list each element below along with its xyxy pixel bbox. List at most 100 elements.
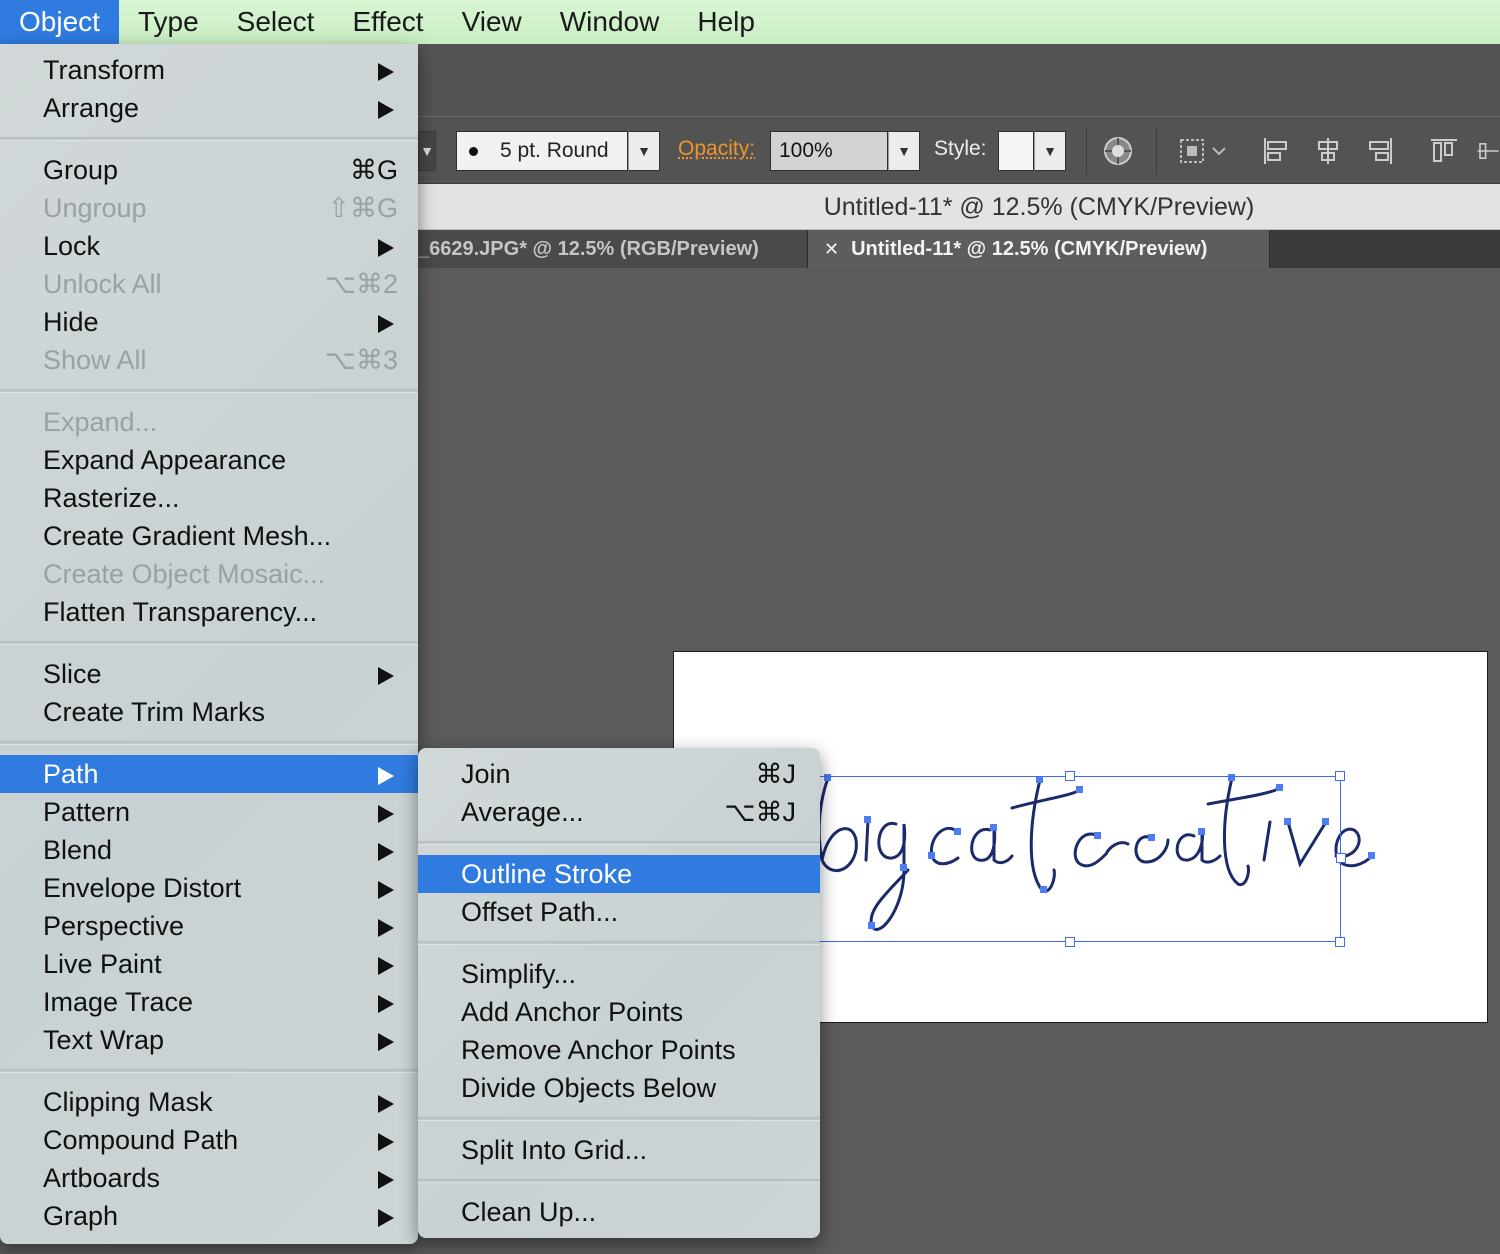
menu-item-remove-anchor-points[interactable]: Remove Anchor Points bbox=[418, 1031, 820, 1069]
menu-item-live-paint[interactable]: Live Paint bbox=[0, 945, 418, 983]
menu-item-expand-appearance[interactable]: Expand Appearance bbox=[0, 441, 418, 479]
document-title-bar: Untitled-11* @ 12.5% (CMYK/Preview) bbox=[418, 184, 1500, 230]
menu-item-simplify[interactable]: Simplify... bbox=[418, 955, 820, 993]
menu-select[interactable]: Select bbox=[218, 0, 334, 44]
submenu-arrow-icon bbox=[378, 315, 394, 333]
menu-item-divide-objects-below[interactable]: Divide Objects Below bbox=[418, 1069, 820, 1107]
submenu-arrow-icon bbox=[378, 667, 394, 685]
menu-item-blend[interactable]: Blend bbox=[0, 831, 418, 869]
submenu-arrow-icon bbox=[378, 63, 394, 81]
menu-item-unlock-all: Unlock All ⌥⌘2 bbox=[43, 269, 398, 299]
align-right-icon[interactable] bbox=[1362, 131, 1398, 171]
align-center-icon[interactable] bbox=[1310, 131, 1346, 171]
submenu-arrow-icon bbox=[378, 767, 394, 785]
opacity-label[interactable]: Opacity: bbox=[678, 137, 755, 161]
menu-item-pattern[interactable]: Pattern bbox=[0, 793, 418, 831]
menu-help[interactable]: Help bbox=[678, 0, 774, 44]
chevron-down-icon[interactable]: ▼ bbox=[1034, 131, 1066, 171]
tab-label: Untitled-11* @ 12.5% (CMYK/Preview) bbox=[851, 238, 1208, 260]
menu-item-clipping-mask[interactable]: Clipping Mask bbox=[0, 1083, 418, 1121]
brush-dot-icon bbox=[469, 146, 478, 156]
align-vertical-center-icon[interactable] bbox=[1476, 131, 1500, 171]
menu-item-graph[interactable]: Graph bbox=[0, 1197, 418, 1235]
menu-item-create-gradient-mesh[interactable]: Create Gradient Mesh... bbox=[0, 517, 418, 555]
variable-width-profile[interactable]: 5 pt. Round ▼ bbox=[456, 131, 660, 171]
submenu-arrow-icon bbox=[378, 1209, 394, 1227]
shortcut: ⌘G bbox=[349, 155, 398, 185]
menu-item-path[interactable]: Path bbox=[0, 755, 418, 793]
menu-type[interactable]: Type bbox=[119, 0, 218, 44]
menu-item-slice[interactable]: Slice bbox=[0, 655, 418, 693]
submenu-arrow-icon bbox=[378, 1095, 394, 1113]
menu-item-compound-path[interactable]: Compound Path bbox=[0, 1121, 418, 1159]
menu-item-rasterize[interactable]: Rasterize... bbox=[0, 479, 418, 517]
menu-item-expand: Expand... bbox=[43, 407, 158, 437]
submenu-arrow-icon bbox=[378, 843, 394, 861]
menu-item-text-wrap[interactable]: Text Wrap bbox=[0, 1021, 418, 1059]
close-icon[interactable]: ✕ bbox=[824, 239, 839, 259]
submenu-arrow-icon bbox=[378, 805, 394, 823]
tab-untitled-11[interactable]: ✕ Untitled-11* @ 12.5% (CMYK/Preview) bbox=[808, 230, 1270, 268]
menu-item-create-trim-marks[interactable]: Create Trim Marks bbox=[0, 693, 418, 731]
selection-handle[interactable] bbox=[1335, 771, 1345, 781]
submenu-arrow-icon bbox=[378, 1133, 394, 1151]
menu-item-add-anchor-points[interactable]: Add Anchor Points bbox=[418, 993, 820, 1031]
menu-item-offset-path[interactable]: Offset Path... bbox=[418, 893, 820, 931]
menu-item-image-trace[interactable]: Image Trace bbox=[0, 983, 418, 1021]
align-to-selection-icon[interactable] bbox=[1174, 131, 1234, 171]
menu-object[interactable]: Object bbox=[0, 0, 119, 44]
shortcut: ⌘J bbox=[755, 759, 797, 789]
tab-image-document[interactable]: _6629.JPG* @ 12.5% (RGB/Preview) bbox=[418, 230, 808, 268]
menu-item-perspective[interactable]: Perspective bbox=[0, 907, 418, 945]
shortcut: ⌥⌘3 bbox=[324, 345, 398, 375]
selection-handle[interactable] bbox=[1065, 937, 1075, 947]
menu-item-group[interactable]: Group ⌘G bbox=[0, 151, 418, 189]
menu-separator bbox=[418, 841, 820, 845]
menu-item-join[interactable]: Join ⌘J bbox=[418, 755, 820, 793]
menu-item-clean-up[interactable]: Clean Up... bbox=[418, 1193, 820, 1231]
object-menu: Transform Arrange Group ⌘G Ungroup ⇧⌘G Loc… bbox=[0, 44, 418, 1244]
menu-item-create-object-mosaic: Create Object Mosaic... bbox=[43, 559, 326, 589]
shortcut: ⌥⌘J bbox=[724, 797, 796, 827]
opacity-field[interactable]: 100% ▼ bbox=[770, 131, 920, 171]
chevron-down-icon[interactable]: ▼ bbox=[888, 131, 920, 171]
menu-item-split-into-grid[interactable]: Split Into Grid... bbox=[418, 1131, 820, 1169]
recolor-artwork-icon[interactable] bbox=[1098, 131, 1138, 171]
menu-item-average[interactable]: Average... ⌥⌘J bbox=[418, 793, 820, 831]
shortcut: ⇧⌘G bbox=[327, 193, 398, 223]
chevron-down-icon[interactable]: ▼ bbox=[628, 131, 660, 171]
menu-view[interactable]: View bbox=[443, 0, 541, 44]
divider bbox=[1156, 127, 1157, 175]
menu-item-arrange[interactable]: Arrange bbox=[0, 89, 418, 127]
menu-item-envelope-distort[interactable]: Envelope Distort bbox=[0, 869, 418, 907]
menu-effect[interactable]: Effect bbox=[333, 0, 442, 44]
menu-item-flatten-transparency[interactable]: Flatten Transparency... bbox=[0, 593, 418, 631]
selection-handle[interactable] bbox=[1335, 937, 1345, 947]
menu-separator bbox=[418, 1179, 820, 1183]
submenu-arrow-icon bbox=[378, 919, 394, 937]
graphic-style-picker[interactable]: ▼ bbox=[998, 131, 1066, 171]
submenu-arrow-icon bbox=[378, 101, 394, 119]
menu-window[interactable]: Window bbox=[541, 0, 679, 44]
divider bbox=[1086, 127, 1087, 175]
opacity-value[interactable]: 100% bbox=[770, 131, 888, 171]
style-swatch[interactable] bbox=[998, 131, 1034, 171]
selection-handle[interactable] bbox=[1336, 853, 1346, 863]
menu-item-outline-stroke[interactable]: Outline Stroke bbox=[418, 855, 820, 893]
menu-item-lock[interactable]: Lock bbox=[0, 227, 418, 265]
path-submenu: Join ⌘J Average... ⌥⌘J Outline Stroke Offs… bbox=[418, 748, 820, 1238]
fill-dropdown-stub[interactable]: ▼ bbox=[418, 131, 436, 171]
align-left-icon[interactable] bbox=[1258, 131, 1294, 171]
submenu-arrow-icon bbox=[378, 239, 394, 257]
align-top-icon[interactable] bbox=[1426, 131, 1462, 171]
menu-item-hide[interactable]: Hide bbox=[0, 303, 418, 341]
menu-separator bbox=[418, 1117, 820, 1121]
menu-item-transform[interactable]: Transform bbox=[0, 51, 418, 89]
menu-item-artboards[interactable]: Artboards bbox=[0, 1159, 418, 1197]
selection-handle[interactable] bbox=[1065, 771, 1075, 781]
submenu-arrow-icon bbox=[378, 1033, 394, 1051]
menu-separator bbox=[0, 389, 418, 393]
selection-bounding-box[interactable] bbox=[816, 776, 1341, 942]
menu-separator bbox=[0, 137, 418, 141]
submenu-arrow-icon bbox=[378, 881, 394, 899]
